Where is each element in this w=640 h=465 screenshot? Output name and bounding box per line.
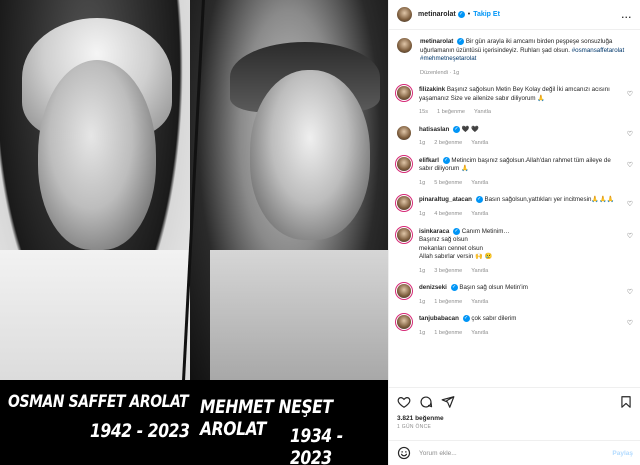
verified-badge-icon: ✓ [453, 227, 461, 235]
post-caption: metinarolat ✓ Bir gün arayla iki amcamı … [397, 38, 633, 77]
caption-avatar[interactable] [397, 38, 412, 53]
comment-time: 1g [419, 298, 426, 305]
caption-username[interactable]: metinarolat [420, 38, 453, 45]
header-separator: • [467, 11, 471, 18]
like-comment-heart-icon[interactable]: ♡ [627, 161, 633, 169]
like-comment-heart-icon[interactable]: ♡ [627, 200, 633, 208]
commenter-username[interactable]: hatisaslan [419, 126, 449, 133]
verified-badge-icon: ✓ [475, 196, 483, 204]
commenter-avatar[interactable] [397, 86, 411, 101]
comment-likes[interactable]: 1 beğenme [434, 330, 462, 336]
comment-likes[interactable]: 4 beğenme [434, 211, 462, 217]
commenter-username[interactable]: elifkarl [419, 157, 439, 164]
comment-likes[interactable]: 1 beğenme [437, 109, 465, 115]
commenter-avatar[interactable] [397, 196, 411, 211]
comment-time: 15s [419, 109, 429, 116]
comment-time: 1g [419, 267, 426, 274]
comment-bubble-icon[interactable] [419, 395, 433, 409]
commenter-username[interactable]: filizakink [419, 86, 445, 93]
share-send-icon[interactable] [441, 395, 455, 409]
comment-time: 1g [419, 329, 426, 336]
verified-badge-icon: ✓ [442, 156, 450, 164]
post-image[interactable]: OSMAN SAFFET AROLAT 1942 - 2023 MEHMET N… [0, 0, 388, 465]
caption-meta: Düzenlendi · 1g [420, 69, 460, 76]
like-heart-icon[interactable] [397, 395, 411, 409]
commenter-username[interactable]: tanjubabacan [419, 315, 459, 322]
comment-text-line: mekanları cennet olsun [419, 244, 483, 252]
reply-button[interactable]: Yanıtla [471, 299, 488, 305]
follow-button[interactable]: Takip Et [473, 11, 500, 18]
reply-button[interactable]: Yanıtla [471, 330, 488, 336]
verified-badge-icon: ✓ [457, 38, 465, 45]
more-options-icon[interactable]: ... [621, 10, 632, 20]
comment-likes[interactable]: 2 beğenme [434, 140, 462, 146]
post-side-panel: metinarolat ✓ • Takip Et ... metinarolat… [388, 0, 640, 465]
commenter-avatar[interactable] [397, 156, 411, 171]
comment-time: 1g [419, 140, 426, 147]
like-comment-heart-icon[interactable]: ♡ [627, 288, 633, 296]
comment-time: 1g [419, 211, 426, 218]
emoji-smiley-icon[interactable] [397, 446, 411, 460]
comment-item: tanjubabacan ✓ çok sabır dilerim 1g 1 beğ… [397, 315, 633, 337]
comment-text-line: Allah sabırlar versin 🙌 😢 [419, 253, 493, 261]
commenter-username[interactable]: pinaraltug_atacan [419, 197, 472, 204]
photo-years-right: 1934 - 2023 [290, 425, 343, 465]
comment-text-line: Başınız sağ olsun [419, 236, 468, 244]
post-header: metinarolat ✓ • Takip Et ... [389, 0, 640, 30]
verified-badge-icon: ✓ [450, 284, 458, 292]
commenter-avatar[interactable] [397, 284, 411, 299]
verified-badge-icon: ✓ [457, 11, 465, 18]
comment-text: 🖤 🖤 [461, 125, 479, 133]
reply-button[interactable]: Yanıtla [471, 268, 488, 274]
comment-item: hatisaslan ✓ 🖤 🖤 1g 2 beğenme Yanıtla ♡ [397, 125, 633, 148]
verified-badge-icon: ✓ [462, 315, 470, 323]
reply-button[interactable]: Yanıtla [471, 180, 488, 186]
comment-text: Basın sağolsun,yattıkları yer incitmesin… [484, 196, 615, 204]
save-bookmark-icon[interactable] [619, 395, 633, 409]
likes-count[interactable]: 3.821 beğenme [397, 415, 633, 422]
reply-button[interactable]: Yanıtla [471, 211, 488, 217]
commenter-avatar[interactable] [397, 227, 411, 242]
comment-time: 1g [419, 179, 426, 186]
post-date: 1 GÜN ÖNCE [397, 424, 432, 430]
comment-item: filizakink Başınız sağolsun Metin Bey Ko… [397, 86, 633, 117]
verified-badge-icon: ✓ [453, 125, 460, 133]
reply-button[interactable]: Yanıtla [471, 140, 488, 146]
comment-text: Canım Metinim… [461, 227, 510, 235]
comment-likes[interactable]: 5 beğenme [434, 180, 462, 186]
comment-item: denizseki ✓ Başın sağ olsun Metin'im 1g 1… [397, 284, 633, 306]
comment-text: Başın sağ olsun Metin'im [459, 284, 528, 292]
like-comment-heart-icon[interactable]: ♡ [627, 232, 633, 240]
comment-text: Başınız sağolsun Metin Bey Kolay değil İ… [419, 86, 610, 102]
photo-years-left: 1942 - 2023 [90, 420, 190, 442]
commenter-avatar[interactable] [397, 315, 411, 330]
comment-item: elifkarl ✓ Metincim başınız sağolsun.All… [397, 156, 633, 188]
comments-list[interactable]: metinarolat ✓ Bir gün arayla iki amcamı … [389, 31, 640, 383]
like-comment-heart-icon[interactable]: ♡ [627, 130, 633, 138]
commenter-avatar[interactable] [397, 125, 411, 140]
comment-item: pinaraltug_atacan ✓ Basın sağolsun,yattı… [397, 196, 633, 218]
like-comment-heart-icon[interactable]: ♡ [627, 90, 633, 98]
comment-item: isinkaraca ✓ Canım Metinim… Başınız sağ … [397, 227, 633, 276]
comment-input[interactable]: Yorum ekle... [419, 450, 457, 457]
photo-name-left: OSMAN SAFFET AROLAT [8, 392, 189, 412]
like-comment-heart-icon[interactable]: ♡ [627, 319, 633, 327]
commenter-username[interactable]: denizseki [419, 284, 447, 291]
commenter-username[interactable]: isinkaraca [419, 228, 449, 235]
post-actions: 3.821 beğenme 1 GÜN ÖNCE [389, 387, 640, 430]
reply-button[interactable]: Yanıtla [474, 109, 491, 115]
comment-likes[interactable]: 1 beğenme [434, 299, 462, 305]
author-username[interactable]: metinarolat [418, 11, 456, 18]
post-comment-button[interactable]: Paylaş [612, 450, 633, 457]
comment-likes[interactable]: 3 beğenme [434, 268, 462, 274]
portrait-mehmet [190, 0, 388, 380]
add-comment-bar: Yorum ekle... Paylaş [389, 440, 640, 465]
portrait-osman [0, 0, 196, 380]
author-avatar[interactable] [397, 7, 412, 22]
comment-text: çok sabır dilerim [471, 315, 517, 323]
